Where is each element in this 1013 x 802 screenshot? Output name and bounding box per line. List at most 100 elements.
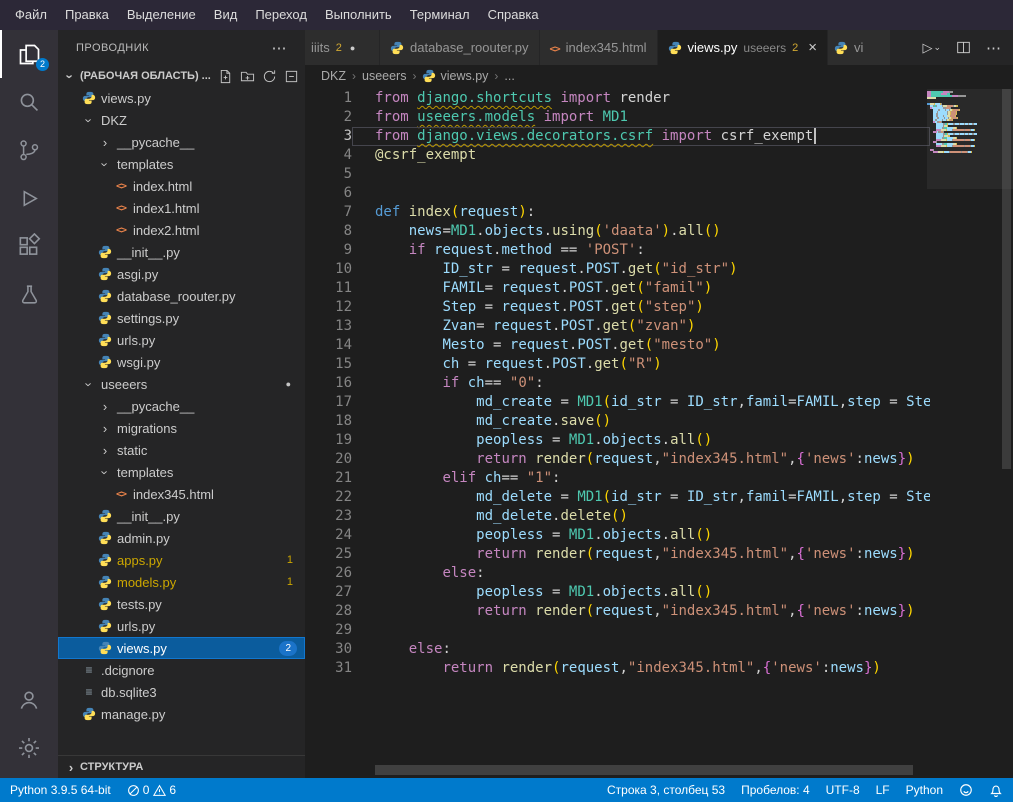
code-line-16[interactable]: 16 if ch== "0": bbox=[305, 374, 930, 393]
tree-item-migrations[interactable]: ›migrations bbox=[58, 417, 305, 439]
code-line-3[interactable]: 3from django.views.decorators.csrf impor… bbox=[305, 127, 930, 146]
code-editor[interactable]: 1from django.shortcuts import render2fro… bbox=[305, 87, 1013, 778]
tree-item-templates[interactable]: ›templates bbox=[58, 461, 305, 483]
eol[interactable]: LF bbox=[876, 783, 890, 797]
tab-vi[interactable]: vi bbox=[828, 30, 891, 65]
line-number[interactable]: 20 bbox=[305, 450, 352, 469]
code-line-4[interactable]: 4@csrf_exempt bbox=[305, 146, 930, 165]
tree-item-__init__.py[interactable]: __init__.py bbox=[58, 241, 305, 263]
line-number[interactable]: 14 bbox=[305, 336, 352, 355]
search-icon[interactable] bbox=[0, 78, 58, 126]
menu-item[interactable]: Терминал bbox=[401, 0, 479, 30]
account-icon[interactable] bbox=[0, 676, 58, 724]
tree-item-db.sqlite3[interactable]: ≡db.sqlite3 bbox=[58, 681, 305, 703]
code-line-15[interactable]: 15 ch = request.POST.get("R") bbox=[305, 355, 930, 374]
testing-icon[interactable] bbox=[0, 270, 58, 318]
problems[interactable]: 06 bbox=[127, 783, 176, 797]
line-number[interactable]: 1 bbox=[305, 89, 352, 108]
code-line-18[interactable]: 18 md_create.save() bbox=[305, 412, 930, 431]
encoding[interactable]: UTF-8 bbox=[826, 783, 860, 797]
workspace-section-header[interactable]: › (РАБОЧАЯ ОБЛАСТЬ) ... bbox=[58, 65, 305, 87]
code-line-12[interactable]: 12 Step = request.POST.get("step") bbox=[305, 298, 930, 317]
more-actions-icon[interactable]: ⋯ bbox=[986, 39, 1001, 57]
horizontal-scrollbar[interactable] bbox=[375, 765, 913, 775]
explorer-icon[interactable]: 2 bbox=[0, 30, 58, 78]
tree-item-database_roouter.py[interactable]: database_roouter.py bbox=[58, 285, 305, 307]
line-number[interactable]: 2 bbox=[305, 108, 352, 127]
split-editor-icon[interactable] bbox=[956, 40, 971, 55]
horizontal-scrollbar-thumb[interactable] bbox=[375, 765, 913, 775]
line-number[interactable]: 27 bbox=[305, 583, 352, 602]
source-control-icon[interactable] bbox=[0, 126, 58, 174]
code-line-23[interactable]: 23 md_delete.delete() bbox=[305, 507, 930, 526]
tree-item-urls.py[interactable]: urls.py bbox=[58, 615, 305, 637]
notifications[interactable] bbox=[989, 783, 1003, 797]
line-number[interactable]: 25 bbox=[305, 545, 352, 564]
sidebar-more-actions-icon[interactable]: ⋯ bbox=[272, 39, 288, 57]
new-folder-icon[interactable] bbox=[240, 69, 255, 84]
tree-item-admin.py[interactable]: admin.py bbox=[58, 527, 305, 549]
line-number[interactable]: 17 bbox=[305, 393, 352, 412]
code-line-8[interactable]: 8 news=MD1.objects.using('daata').all() bbox=[305, 222, 930, 241]
line-number[interactable]: 8 bbox=[305, 222, 352, 241]
collapse-all-icon[interactable] bbox=[284, 69, 299, 84]
code-line-29[interactable]: 29 bbox=[305, 621, 930, 640]
code-line-17[interactable]: 17 md_create = MD1(id_str = ID_str,famil… bbox=[305, 393, 930, 412]
code-line-13[interactable]: 13 Zvan= request.POST.get("zvan") bbox=[305, 317, 930, 336]
line-number[interactable]: 5 bbox=[305, 165, 352, 184]
tab-diiits[interactable]: iiits2● bbox=[305, 30, 380, 65]
tree-item-urls.py[interactable]: urls.py bbox=[58, 329, 305, 351]
menu-item[interactable]: Выделение bbox=[118, 0, 205, 30]
line-number[interactable]: 31 bbox=[305, 659, 352, 678]
refresh-icon[interactable] bbox=[262, 69, 277, 84]
code-line-10[interactable]: 10 ID_str = request.POST.get("id_str") bbox=[305, 260, 930, 279]
indentation[interactable]: Пробелов: 4 bbox=[741, 783, 810, 797]
code-line-5[interactable]: 5 bbox=[305, 165, 930, 184]
tree-item-views.py[interactable]: views.py bbox=[58, 87, 305, 109]
tree-item-settings.py[interactable]: settings.py bbox=[58, 307, 305, 329]
tab-database-roouter[interactable]: database_roouter.py bbox=[380, 30, 540, 65]
line-number[interactable]: 13 bbox=[305, 317, 352, 336]
breadcrumb-item[interactable]: ... bbox=[504, 69, 514, 83]
tree-item-templates[interactable]: ›templates bbox=[58, 153, 305, 175]
line-number[interactable]: 6 bbox=[305, 184, 352, 203]
breadcrumb-item[interactable]: useeers bbox=[362, 69, 406, 83]
breadcrumb-item[interactable]: views.py bbox=[422, 69, 488, 83]
menu-item[interactable]: Переход bbox=[246, 0, 316, 30]
extensions-icon[interactable] bbox=[0, 222, 58, 270]
run-and-debug-icon[interactable] bbox=[0, 174, 58, 222]
tab-index345[interactable]: <>index345.html bbox=[540, 30, 658, 65]
line-number[interactable]: 24 bbox=[305, 526, 352, 545]
code-line-20[interactable]: 20 return render(request,"index345.html"… bbox=[305, 450, 930, 469]
breadcrumb-item[interactable]: DKZ bbox=[321, 69, 346, 83]
tree-item-index.html[interactable]: <>index.html bbox=[58, 175, 305, 197]
code-line-22[interactable]: 22 md_delete = MD1(id_str = ID_str,famil… bbox=[305, 488, 930, 507]
run-button[interactable]: ▷⌄ bbox=[922, 40, 941, 56]
tree-item-__pycache__[interactable]: ›__pycache__ bbox=[58, 395, 305, 417]
tree-item-static[interactable]: ›static bbox=[58, 439, 305, 461]
code-line-27[interactable]: 27 peopless = MD1.objects.all() bbox=[305, 583, 930, 602]
language-mode[interactable]: Python bbox=[906, 783, 943, 797]
vertical-scrollbar[interactable] bbox=[1000, 87, 1013, 762]
menu-item[interactable]: Правка bbox=[56, 0, 118, 30]
tree-item-useeers[interactable]: ›useeers● bbox=[58, 373, 305, 395]
code-content[interactable]: 1from django.shortcuts import render2fro… bbox=[305, 89, 930, 762]
close-icon[interactable]: × bbox=[808, 40, 817, 55]
line-number[interactable]: 18 bbox=[305, 412, 352, 431]
tree-item-DKZ[interactable]: ›DKZ bbox=[58, 109, 305, 131]
code-line-1[interactable]: 1from django.shortcuts import render bbox=[305, 89, 930, 108]
code-line-14[interactable]: 14 Mesto = request.POST.get("mesto") bbox=[305, 336, 930, 355]
code-line-31[interactable]: 31 return render(request,"index345.html"… bbox=[305, 659, 930, 678]
line-number[interactable]: 23 bbox=[305, 507, 352, 526]
vertical-scrollbar-thumb[interactable] bbox=[1002, 89, 1011, 469]
minimap[interactable] bbox=[927, 91, 999, 153]
tree-item-index1.html[interactable]: <>index1.html bbox=[58, 197, 305, 219]
line-number[interactable]: 21 bbox=[305, 469, 352, 488]
code-line-6[interactable]: 6 bbox=[305, 184, 930, 203]
code-line-11[interactable]: 11 FAMIL= request.POST.get("famil") bbox=[305, 279, 930, 298]
line-number[interactable]: 10 bbox=[305, 260, 352, 279]
code-line-28[interactable]: 28 return render(request,"index345.html"… bbox=[305, 602, 930, 621]
tree-item-__init__.py[interactable]: __init__.py bbox=[58, 505, 305, 527]
line-number[interactable]: 16 bbox=[305, 374, 352, 393]
code-line-7[interactable]: 7def index(request): bbox=[305, 203, 930, 222]
